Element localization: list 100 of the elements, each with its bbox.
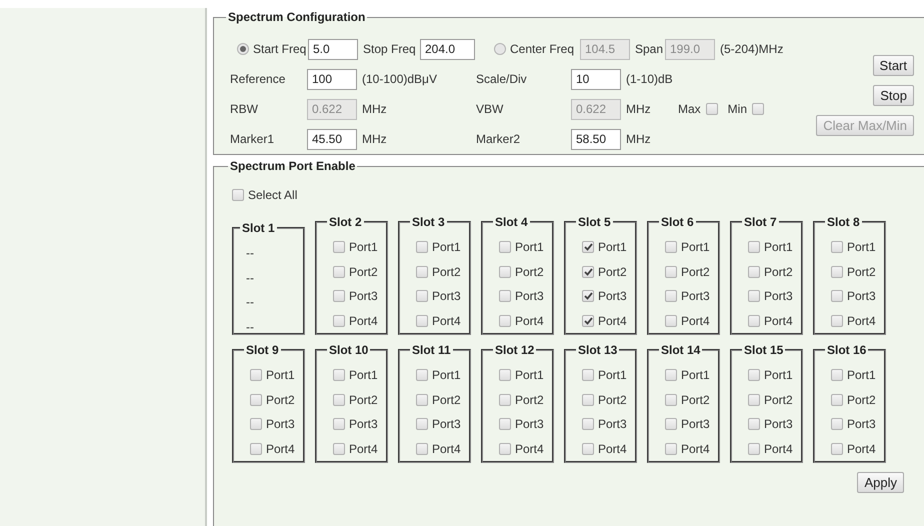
checkbox[interactable] [831, 442, 843, 455]
checkbox[interactable] [499, 290, 511, 302]
checkbox[interactable] [748, 266, 760, 278]
checkbox-label: Port4 [266, 442, 295, 456]
action-button[interactable]: Stop [873, 85, 914, 106]
unit-label: (5-204)MHz [720, 42, 784, 56]
checkbox[interactable] [250, 418, 262, 430]
checkbox[interactable] [748, 418, 760, 430]
checkbox[interactable] [333, 418, 345, 430]
checkbox[interactable] [499, 369, 511, 382]
slot-title: Slot 4 [494, 215, 529, 229]
checkbox-label: Port3 [515, 289, 544, 304]
checkbox[interactable] [665, 241, 677, 254]
checkbox[interactable] [416, 418, 428, 430]
checkbox[interactable] [499, 266, 511, 278]
checkbox[interactable] [499, 314, 511, 327]
checkbox-label: Max [678, 102, 701, 116]
field-label: Stop Freq [363, 42, 417, 56]
checkbox[interactable] [748, 369, 760, 382]
checkbox[interactable] [499, 442, 511, 455]
checkbox[interactable] [665, 418, 677, 430]
checkbox[interactable] [831, 290, 843, 302]
radio-button[interactable] [237, 43, 249, 55]
checkbox[interactable] [416, 290, 428, 302]
checkbox-label: Port4 [598, 442, 627, 456]
checkbox[interactable] [831, 266, 843, 278]
input-field[interactable]: 45.50 [307, 128, 357, 150]
checkbox[interactable] [416, 266, 428, 278]
checkbox[interactable] [232, 189, 244, 201]
checkbox[interactable] [831, 394, 843, 406]
checkbox[interactable] [748, 314, 760, 327]
checkbox[interactable] [582, 314, 594, 327]
checkbox[interactable] [831, 314, 843, 327]
checkbox[interactable] [748, 290, 760, 302]
checkbox[interactable] [665, 266, 677, 278]
checkbox[interactable] [831, 241, 843, 254]
action-button[interactable]: Start [872, 55, 914, 76]
checkbox[interactable] [250, 369, 262, 382]
checkbox[interactable] [416, 241, 428, 254]
checkbox-label: Port2 [349, 264, 378, 279]
slot-title: Slot 3 [411, 215, 446, 229]
checkbox-label: Port2 [266, 392, 295, 407]
apply-button[interactable]: Apply [857, 472, 904, 493]
checkbox-label: Port1 [432, 240, 461, 254]
checkbox[interactable] [250, 394, 262, 406]
checkbox[interactable] [499, 394, 511, 406]
field-label: Marker1 [230, 132, 276, 146]
checkbox[interactable] [499, 241, 511, 254]
checkbox[interactable] [831, 369, 843, 382]
checkbox[interactable] [333, 290, 345, 302]
checkmark-icon [584, 316, 592, 325]
checkbox[interactable] [748, 394, 760, 406]
checkbox[interactable] [582, 266, 594, 278]
slot-title: Slot 12 [494, 343, 536, 357]
checkbox-label: Port3 [764, 417, 793, 432]
checkbox[interactable] [333, 369, 345, 382]
checkbox[interactable] [582, 369, 594, 382]
checkbox-label: Min [728, 102, 748, 116]
checkbox[interactable] [665, 314, 677, 327]
checkbox[interactable] [416, 314, 428, 327]
input-field[interactable]: 58.50 [571, 128, 621, 150]
empty-port-text: -- [246, 270, 254, 285]
checkbox-label: Port1 [681, 240, 710, 254]
checkbox[interactable] [250, 442, 262, 455]
checkbox[interactable] [416, 394, 428, 406]
checkbox-label: Port2 [681, 264, 710, 279]
checkbox-label: Port1 [349, 240, 378, 254]
checkbox-label: Port3 [681, 417, 710, 432]
checkbox[interactable] [582, 241, 594, 254]
checkbox[interactable] [665, 442, 677, 455]
checkbox[interactable] [748, 442, 760, 455]
checkbox[interactable] [665, 394, 677, 406]
empty-port-text: -- [246, 295, 254, 310]
checkbox[interactable] [582, 442, 594, 455]
checkbox[interactable] [748, 241, 760, 254]
checkbox[interactable] [831, 418, 843, 430]
checkbox[interactable] [752, 103, 764, 115]
checkbox[interactable] [416, 442, 428, 455]
checkbox[interactable] [582, 290, 594, 302]
checkbox[interactable] [333, 314, 345, 327]
checkbox-label: Port4 [432, 442, 461, 456]
checkbox[interactable] [665, 369, 677, 382]
checkbox[interactable] [333, 266, 345, 278]
input-field[interactable]: 10 [571, 68, 621, 90]
checkbox[interactable] [333, 394, 345, 406]
input-field[interactable]: 5.0 [308, 38, 358, 60]
checkbox-label: Port3 [598, 417, 627, 432]
checkbox[interactable] [416, 369, 428, 382]
unit-label: (1-10)dB [626, 72, 673, 86]
checkbox[interactable] [333, 241, 345, 254]
checkbox[interactable] [582, 394, 594, 406]
checkbox[interactable] [665, 290, 677, 302]
checkbox[interactable] [333, 442, 345, 455]
checkbox[interactable] [706, 103, 718, 115]
input-field[interactable]: 204.0 [420, 38, 475, 60]
checkbox[interactable] [582, 418, 594, 430]
input-field[interactable]: 100 [307, 68, 357, 90]
checkbox[interactable] [499, 418, 511, 430]
field-label: Scale/Div [476, 72, 528, 86]
slot-title: Slot 10 [328, 343, 370, 357]
